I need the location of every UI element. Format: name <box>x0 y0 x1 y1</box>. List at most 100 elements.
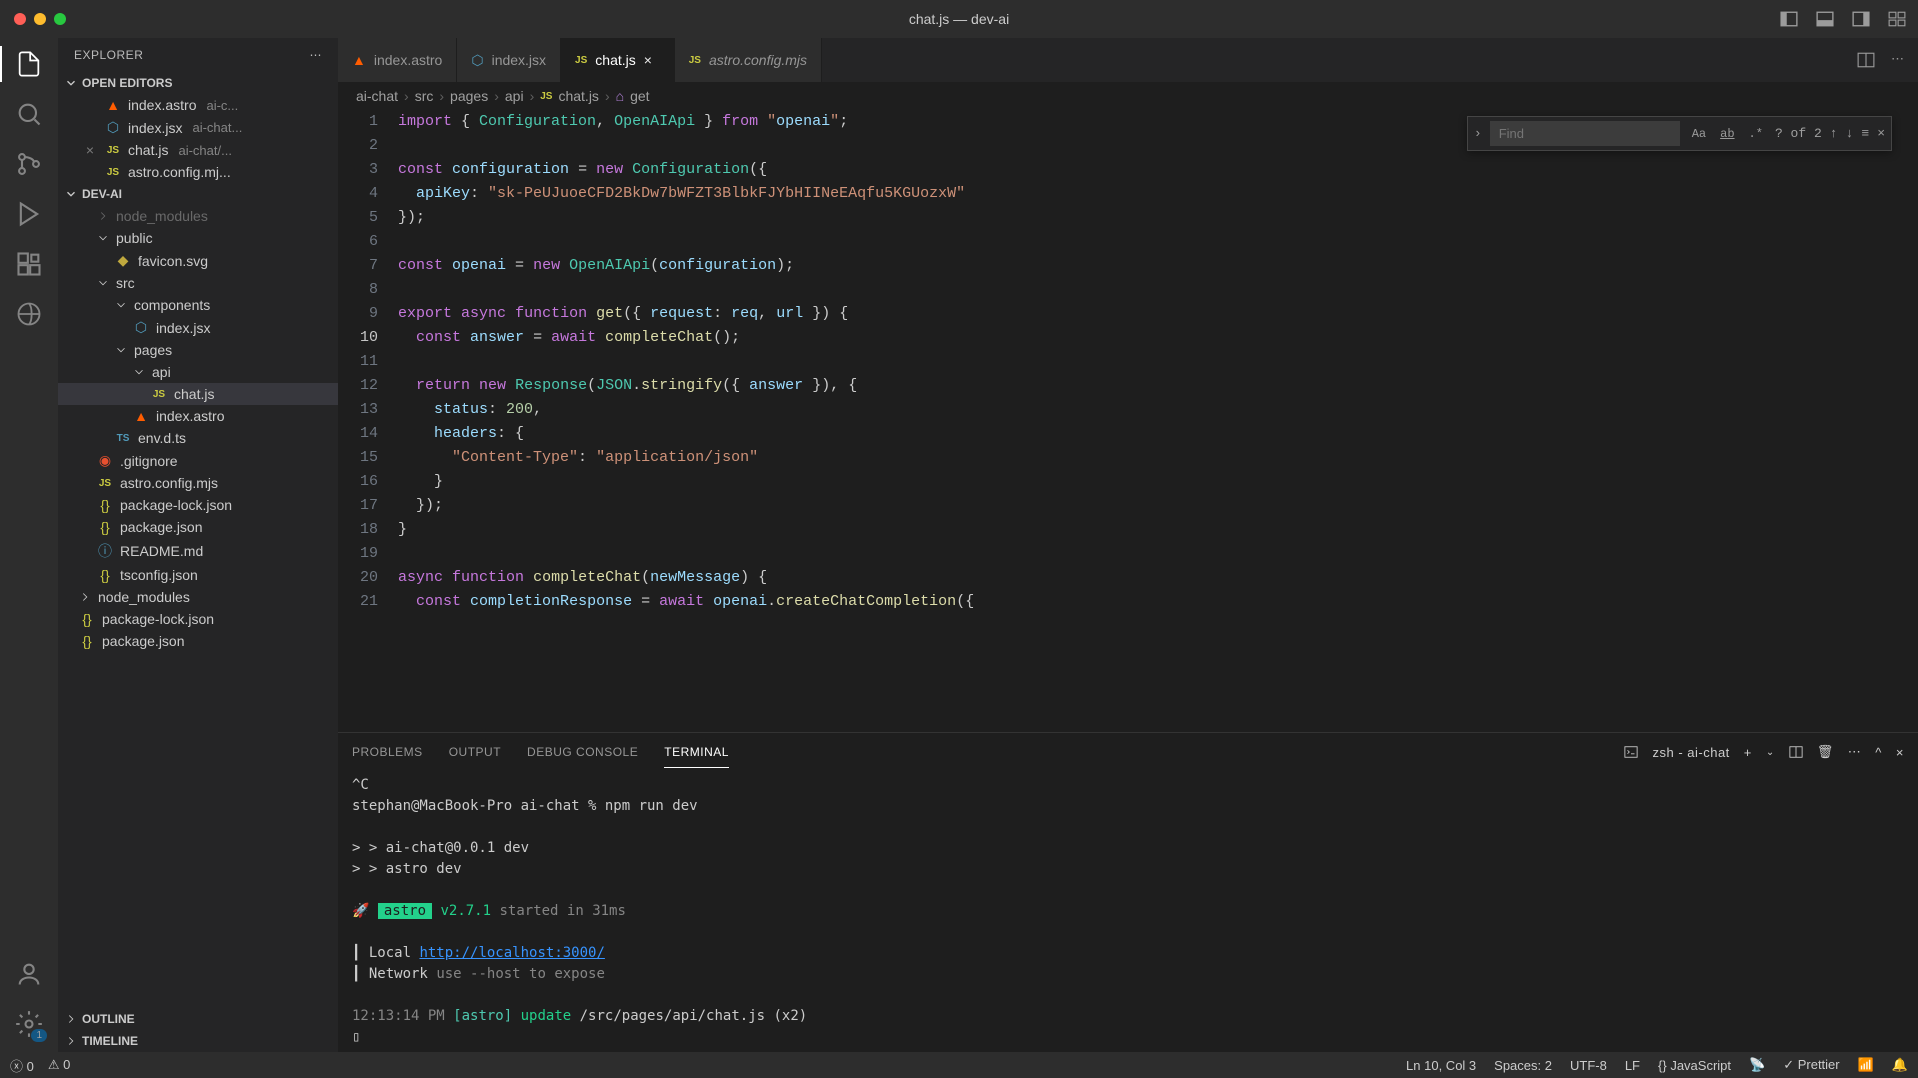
tree-folder[interactable]: public <box>58 227 338 249</box>
tree-file[interactable]: JS chat.js <box>58 383 338 405</box>
source-control-icon[interactable] <box>15 150 43 178</box>
close-window-button[interactable] <box>14 13 26 25</box>
more-actions-icon[interactable]: ⋯ <box>1891 51 1904 69</box>
breadcrumb-item[interactable]: ai-chat <box>356 88 398 104</box>
minimize-window-button[interactable] <box>34 13 46 25</box>
status-eol[interactable]: LF <box>1625 1058 1640 1073</box>
tree-file[interactable]: {} package.json <box>58 630 338 652</box>
tree-file[interactable]: {} package.json <box>58 516 338 538</box>
tab-astro-config[interactable]: JS astro.config.mjs <box>675 38 822 82</box>
status-feedback-icon[interactable]: 📡 <box>1749 1057 1765 1073</box>
status-encoding[interactable]: UTF-8 <box>1570 1058 1607 1073</box>
timeline-header[interactable]: TIMELINE <box>58 1030 338 1052</box>
find-prev-icon[interactable]: ↑ <box>1830 126 1838 141</box>
extensions-icon[interactable] <box>15 250 43 278</box>
workspace-header[interactable]: DEV-AI <box>58 183 338 205</box>
maximize-window-button[interactable] <box>54 13 66 25</box>
status-cursor-pos[interactable]: Ln 10, Col 3 <box>1406 1058 1476 1073</box>
find-close-icon[interactable]: × <box>1877 126 1885 141</box>
open-editor-item[interactable]: ▲ index.astro ai-c... <box>58 94 338 116</box>
breadcrumbs[interactable]: ai-chat› src› pages› api› JS chat.js› ⌂ … <box>338 82 1918 110</box>
tree-folder[interactable]: pages <box>58 339 338 361</box>
status-language[interactable]: {} JavaScript <box>1658 1058 1731 1073</box>
tree-file[interactable]: {} package-lock.json <box>58 608 338 630</box>
terminal-select[interactable]: zsh - ai-chat <box>1652 745 1729 760</box>
breadcrumb-item[interactable]: src <box>415 88 434 104</box>
tab-index-astro[interactable]: ▲ index.astro <box>338 38 457 82</box>
toggle-panel-bottom-icon[interactable] <box>1816 10 1834 28</box>
toggle-panel-left-icon[interactable] <box>1780 10 1798 28</box>
toggle-replace-icon[interactable]: › <box>1474 126 1482 141</box>
traffic-lights <box>0 13 66 25</box>
new-terminal-icon[interactable]: + <box>1744 745 1752 760</box>
tab-chat-js[interactable]: JS chat.js × <box>561 38 675 82</box>
status-errors[interactable]: ⓧ 0 <box>10 1056 34 1075</box>
settings-icon[interactable]: 1 <box>15 1010 43 1038</box>
run-debug-icon[interactable] <box>15 200 43 228</box>
open-editor-item[interactable]: × JS chat.js ai-chat/... <box>58 139 338 161</box>
tree-folder[interactable]: api <box>58 361 338 383</box>
open-editor-item[interactable]: JS astro.config.mj... <box>58 161 338 183</box>
breadcrumb-item[interactable]: pages <box>450 88 488 104</box>
search-icon[interactable] <box>15 100 43 128</box>
status-live-icon[interactable]: 📶 <box>1858 1057 1874 1073</box>
tree-file[interactable]: TS env.d.ts <box>58 427 338 449</box>
close-panel-icon[interactable]: × <box>1896 745 1904 760</box>
breadcrumb-item[interactable]: api <box>505 88 524 104</box>
tree-file[interactable]: JS astro.config.mjs <box>58 472 338 494</box>
close-icon[interactable]: × <box>644 52 660 68</box>
tree-folder[interactable]: components <box>58 294 338 316</box>
close-icon[interactable]: × <box>82 142 98 158</box>
terminal-body[interactable]: ^C stephan@MacBook-Pro ai-chat % npm run… <box>338 771 1918 1052</box>
file-name: package.json <box>120 519 203 535</box>
kill-terminal-icon[interactable]: 🗑 <box>1817 744 1834 760</box>
find-selection-icon[interactable]: ≡ <box>1861 126 1869 141</box>
open-editors-header[interactable]: OPEN EDITORS <box>58 72 338 94</box>
code-editor[interactable]: 123456789101112131415161718192021 import… <box>338 110 1918 732</box>
toggle-panel-right-icon[interactable] <box>1852 10 1870 28</box>
maximize-panel-icon[interactable]: ^ <box>1875 745 1882 760</box>
breadcrumb-item[interactable]: get <box>630 88 649 104</box>
tab-index-jsx[interactable]: ⬡ index.jsx <box>457 38 561 82</box>
find-next-icon[interactable]: ↓ <box>1846 126 1854 141</box>
tree-file[interactable]: ◆ favicon.svg <box>58 249 338 272</box>
panel-tab-output[interactable]: OUTPUT <box>449 737 501 767</box>
status-warnings[interactable]: ⚠ 0 <box>48 1057 71 1073</box>
status-prettier[interactable]: ✓ Prettier <box>1783 1057 1839 1073</box>
tree-file[interactable]: ⓘ README.md <box>58 538 338 564</box>
status-bar: ⓧ 0 ⚠ 0 Ln 10, Col 3 Spaces: 2 UTF-8 LF … <box>0 1052 1918 1078</box>
tree-folder[interactable]: node_modules <box>58 586 338 608</box>
tree-file[interactable]: ⬡ index.jsx <box>58 316 338 339</box>
edge-tools-icon[interactable] <box>15 300 43 328</box>
method-icon: ⌂ <box>616 88 624 104</box>
panel-more-icon[interactable]: ⋯ <box>1848 744 1862 760</box>
match-word-icon[interactable]: ab <box>1716 125 1738 143</box>
panel-tab-debug[interactable]: DEBUG CONSOLE <box>527 737 638 767</box>
status-bell-icon[interactable]: 🔔 <box>1892 1057 1908 1073</box>
tree-file[interactable]: ◉ .gitignore <box>58 449 338 472</box>
code-content[interactable]: import { Configuration, OpenAIApi } from… <box>398 110 1918 732</box>
tree-file[interactable]: ▲ index.astro <box>58 405 338 427</box>
explorer-icon[interactable] <box>15 50 43 78</box>
find-input[interactable] <box>1490 121 1680 146</box>
split-terminal-icon[interactable] <box>1789 745 1803 759</box>
sidebar-more-icon[interactable]: ⋯ <box>310 48 323 62</box>
terminal-dropdown-icon[interactable]: ⌄ <box>1766 747 1775 758</box>
split-editor-icon[interactable] <box>1857 51 1875 69</box>
tree-file[interactable]: {} tsconfig.json <box>58 564 338 586</box>
find-widget: › Aa ab .* ? of 2 ↑ ↓ ≡ × <box>1467 116 1892 151</box>
breadcrumb-item[interactable]: chat.js <box>558 88 598 104</box>
tree-folder[interactable]: node_modules <box>58 205 338 227</box>
accounts-icon[interactable] <box>15 960 43 988</box>
outline-header[interactable]: OUTLINE <box>58 1008 338 1030</box>
open-editor-item[interactable]: ⬡ index.jsx ai-chat... <box>58 116 338 139</box>
panel-tab-terminal[interactable]: TERMINAL <box>664 737 729 768</box>
tree-file[interactable]: {} package-lock.json <box>58 494 338 516</box>
timeline-label: TIMELINE <box>82 1034 138 1048</box>
match-case-icon[interactable]: Aa <box>1688 125 1710 143</box>
tree-folder[interactable]: src <box>58 272 338 294</box>
panel-tab-problems[interactable]: PROBLEMS <box>352 737 423 767</box>
customize-layout-icon[interactable] <box>1888 10 1906 28</box>
regex-icon[interactable]: .* <box>1745 125 1767 143</box>
status-indent[interactable]: Spaces: 2 <box>1494 1058 1552 1073</box>
